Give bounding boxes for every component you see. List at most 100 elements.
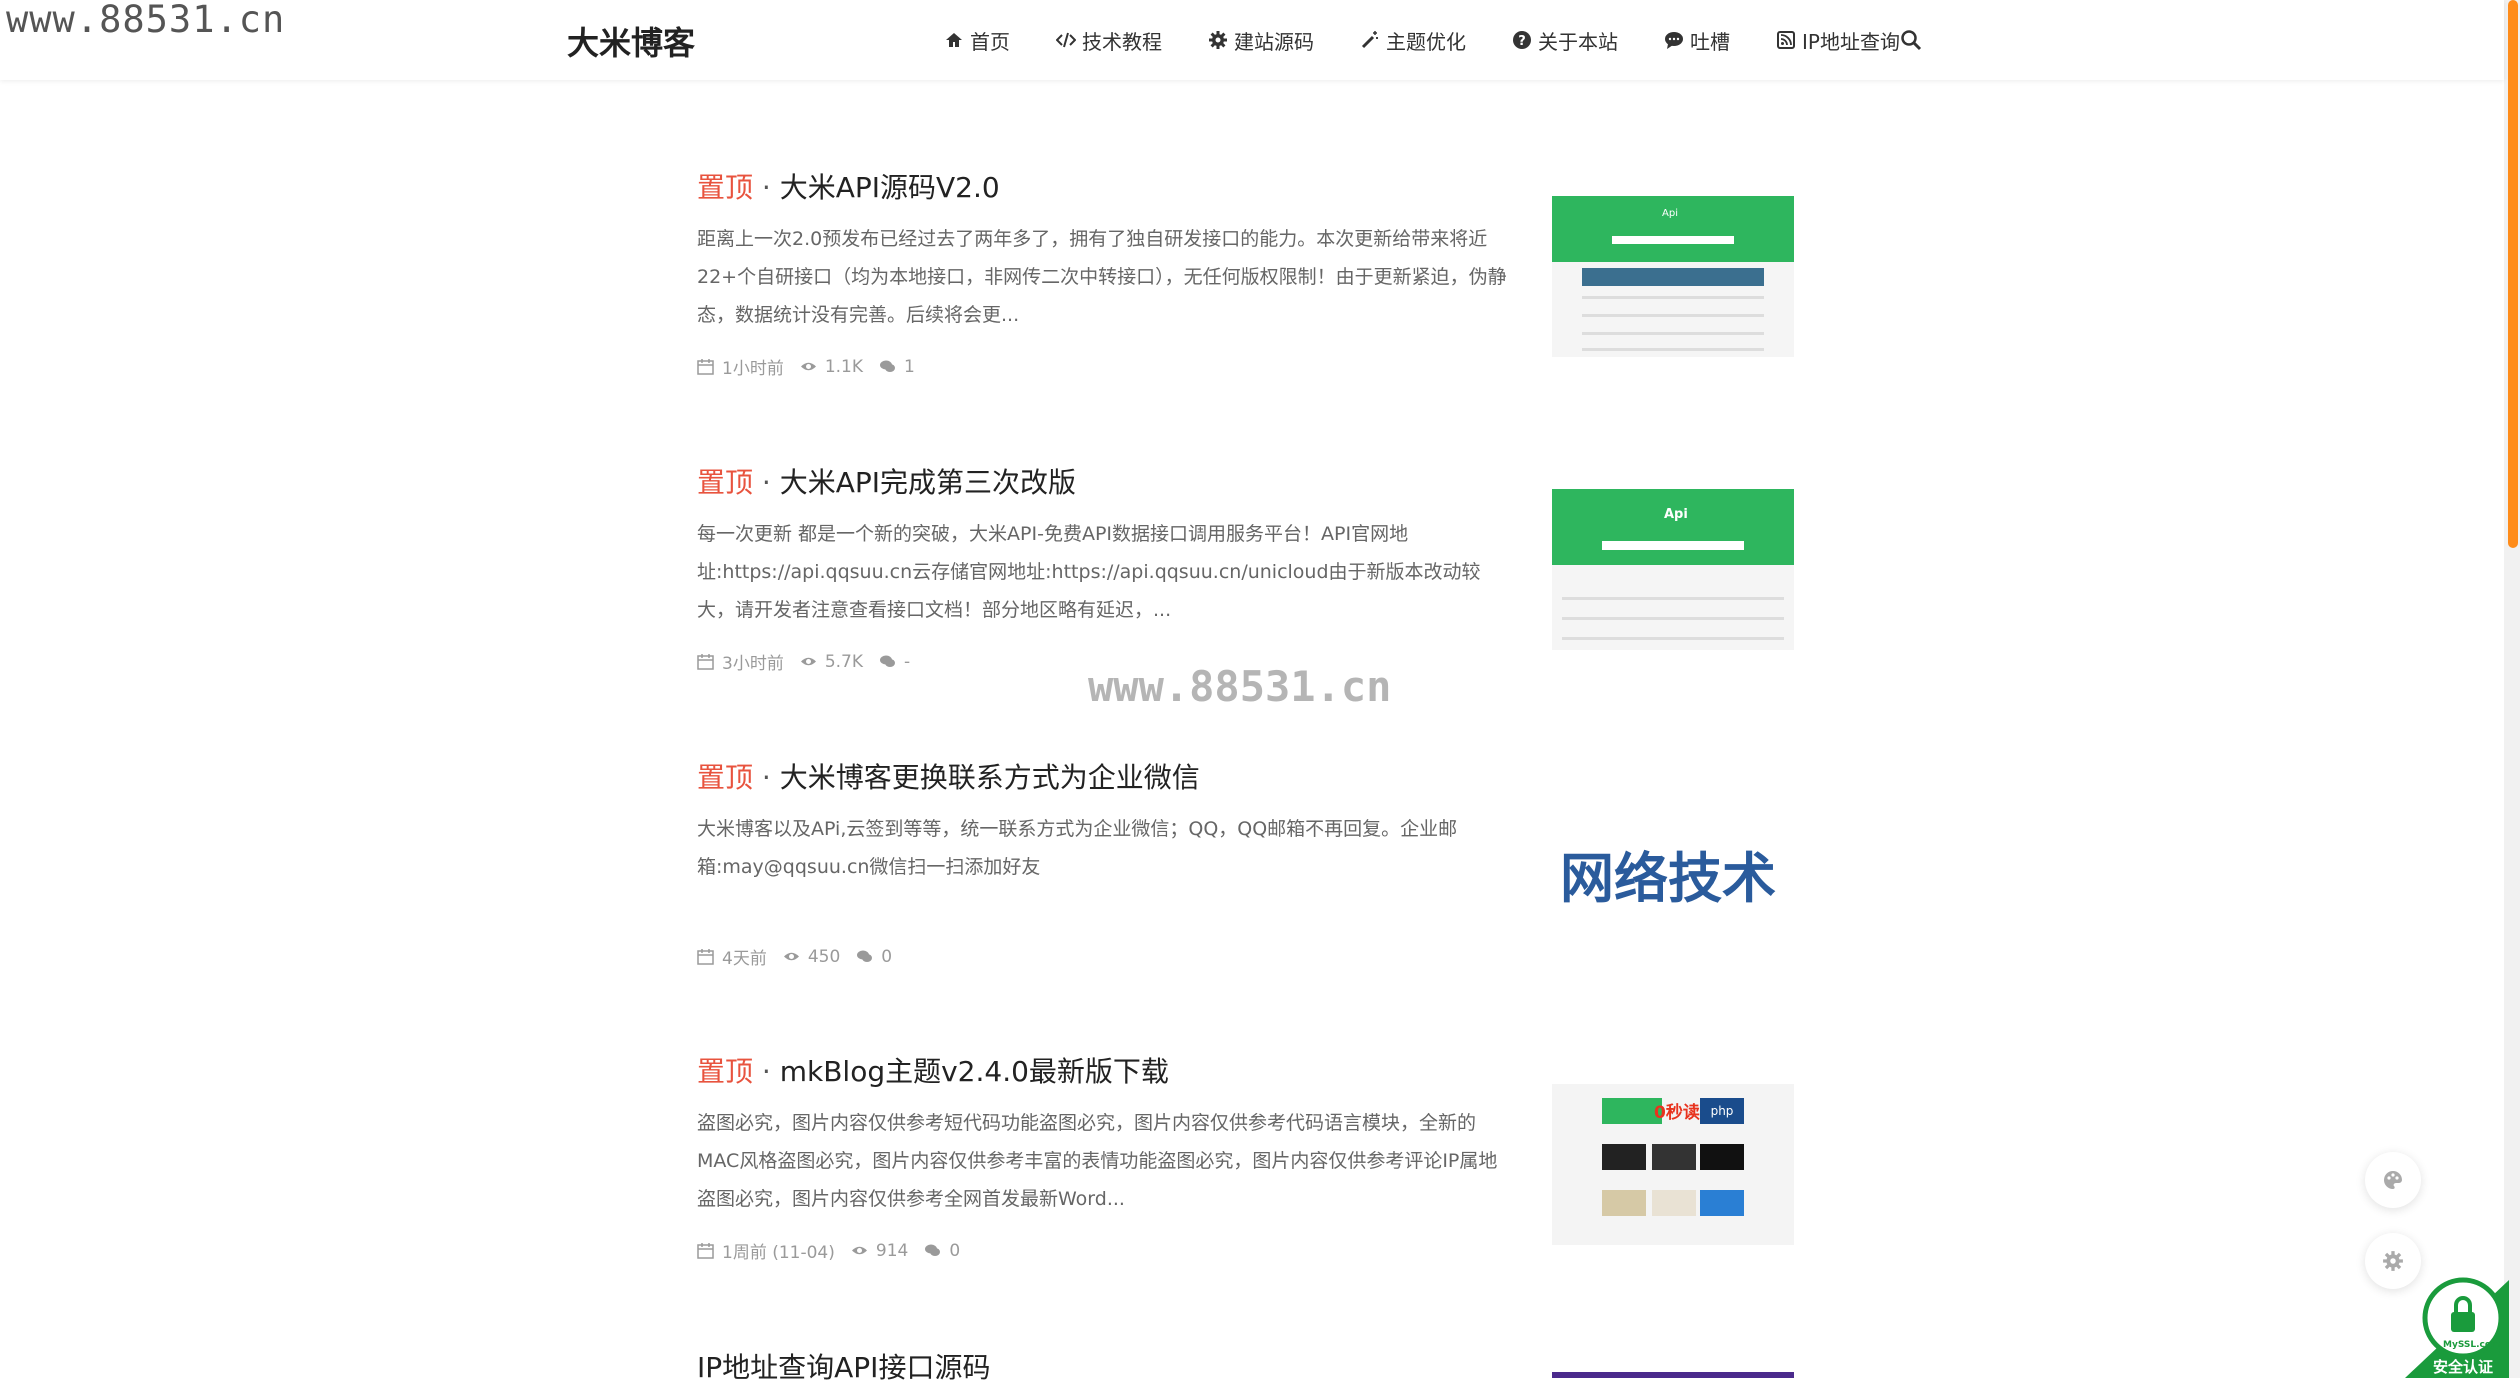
palette-icon [2383,1171,2402,1189]
post-time: 1小时前 [697,354,784,379]
post-views-text: 1.1K [824,356,864,377]
thumb-line [1582,348,1764,351]
settings-icon [2383,1251,2403,1271]
nav-item-feedback[interactable]: 吐槽 [1664,26,1730,55]
thumb-header [1552,489,1794,565]
post-meta: 1小时前 1.1K 1 [697,354,931,379]
post-thumbnail[interactable]: Api [1552,196,1794,357]
question-circle-icon: ? [1513,31,1531,49]
calendar-icon [697,359,714,375]
post-thumbnail[interactable]: 0秒读 php [1552,1084,1794,1245]
post-title-text[interactable]: 大米API源码V2.0 [780,171,1000,204]
post-item: 置顶 · 大米API源码V2.0 距离上一次2.0预发布已经过去了两年多了，拥有… [697,170,1795,390]
title-separator: · [753,466,780,499]
post-views: 1.1K [800,357,863,377]
post-comments[interactable]: 0 [856,947,892,967]
thumb-line [1582,314,1764,317]
post-item: 置顶 · 大米API完成第三次改版 每一次更新 都是一个新的突破，大米API-免… [697,465,1795,685]
post-comments[interactable]: 1 [879,357,915,377]
site-header: 大米博客 首页 技术教程 建站源码 主题优化 ? 关于本站 吐槽 IP地址查询 [0,0,2504,80]
svg-text:?: ? [1518,34,1526,49]
thumb-line [1582,332,1764,335]
post-thumbnail[interactable]: Api [1552,489,1794,650]
post-meta: 3小时前 5.7K - [697,649,926,674]
post-thumbnail[interactable] [1552,1372,1794,1378]
thumb-banner-text: 网络技术 [1560,847,1776,910]
theme-palette-button[interactable] [2365,1152,2421,1208]
thumb-search-bar [1612,236,1734,244]
thumb-search-bar [1602,541,1744,550]
post-excerpt: 大米博客以及APi,云签到等等，统一联系方式为企业微信；QQ，QQ邮箱不再回复。… [697,818,1458,878]
title-separator: · [753,761,780,794]
rss-square-icon [1777,31,1795,49]
post-time: 3小时前 [697,649,784,674]
comments-icon [880,655,896,667]
post-comments[interactable]: - [879,652,910,672]
post-time-text: 3小时前 [722,654,784,674]
gear-icon [1209,31,1227,49]
nav-item-theme[interactable]: 主题优化 [1360,26,1466,55]
post-comments-text: 0 [881,946,893,967]
thumb-tile [1602,1190,1646,1216]
ssl-badge[interactable]: MySSL.com 安全认证 [2405,1268,2509,1378]
post-thumbnail[interactable]: 网络技术 [1552,782,1794,943]
nav-item-label: 关于本站 [1538,29,1618,54]
post-title-text[interactable]: 大米API完成第三次改版 [780,466,1076,499]
thumb-line [1562,597,1784,600]
thumb-tile [1652,1190,1696,1216]
nav-item-about[interactable]: ? 关于本站 [1512,26,1618,55]
eye-icon [783,952,799,961]
magic-wand-icon [1361,31,1378,49]
search-icon[interactable] [1899,28,1923,52]
nav-item-tutorials[interactable]: 技术教程 [1056,26,1162,55]
eye-icon [800,362,816,371]
main-nav: 首页 技术教程 建站源码 主题优化 ? 关于本站 吐槽 IP地址查询 [944,0,1900,80]
sticky-label: 置顶 [697,761,754,794]
calendar-icon [697,654,714,670]
post-views-text: 5.7K [824,651,864,672]
post-item: 置顶 · 大米博客更换联系方式为企业微信 大米博客以及APi,云签到等等，统一联… [697,760,1795,980]
comments-icon [880,360,896,372]
nav-item-source[interactable]: 建站源码 [1208,26,1314,55]
ssl-badge-label: 安全认证 [2433,1358,2494,1376]
post-title-text[interactable]: 大米博客更换联系方式为企业微信 [780,761,1200,794]
thumb-line [1582,296,1764,299]
scrollbar[interactable] [2504,0,2520,1378]
thumb-tile [1652,1144,1696,1170]
post-comments-text: 1 [904,356,915,377]
post-time-text: 1周前 (11-04) [722,1243,835,1263]
nav-item-ip-lookup[interactable]: IP地址查询 [1776,26,1900,55]
scrollbar-thumb[interactable] [2508,0,2518,548]
comment-icon [1665,32,1683,49]
sticky-label: 置顶 [697,1055,754,1088]
code-icon [1056,32,1076,48]
post-item: 置顶 · mkBlog主题v2.4.0最新版下载 盗图必究，图片内容仅供参考短代… [697,1054,1795,1274]
thumb-api-label: Api [1664,507,1688,522]
eye-icon [851,1246,867,1255]
nav-item-label: 吐槽 [1690,29,1730,54]
home-icon [946,33,962,47]
nav-item-label: IP地址查询 [1802,29,1900,54]
title-separator: · [753,1055,780,1088]
post-excerpt: 盗图必究，图片内容仅供参考短代码功能盗图必究，图片内容仅供参考代码语言模块，全新… [697,1112,1498,1210]
post-time: 1周前 (11-04) [697,1238,835,1263]
sticky-label: 置顶 [697,171,754,204]
ssl-ring-text: MySSL.com [2443,1340,2501,1350]
thumb-tile [1700,1144,1744,1170]
post-comments[interactable]: 0 [924,1241,960,1261]
thumb-tile-text: 0秒读 [1654,1103,1700,1123]
thumb-tile [1602,1144,1646,1170]
nav-item-home[interactable]: 首页 [944,26,1010,55]
post-title-text[interactable]: IP地址查询API接口源码 [697,1351,990,1384]
post-title[interactable]: IP地址查询API接口源码 [697,1350,1795,1386]
post-time: 4天前 [697,944,767,969]
thumb-api-label: Api [1662,208,1678,219]
site-brand[interactable]: 大米博客 [567,18,695,64]
thumb-line [1562,617,1784,620]
post-views: 5.7K [800,652,863,672]
thumb-line [1562,637,1784,640]
post-views-text: 450 [807,946,841,967]
post-title-text[interactable]: mkBlog主题v2.4.0最新版下载 [780,1055,1169,1088]
sticky-label: 置顶 [697,466,754,499]
nav-item-label: 首页 [970,29,1010,54]
